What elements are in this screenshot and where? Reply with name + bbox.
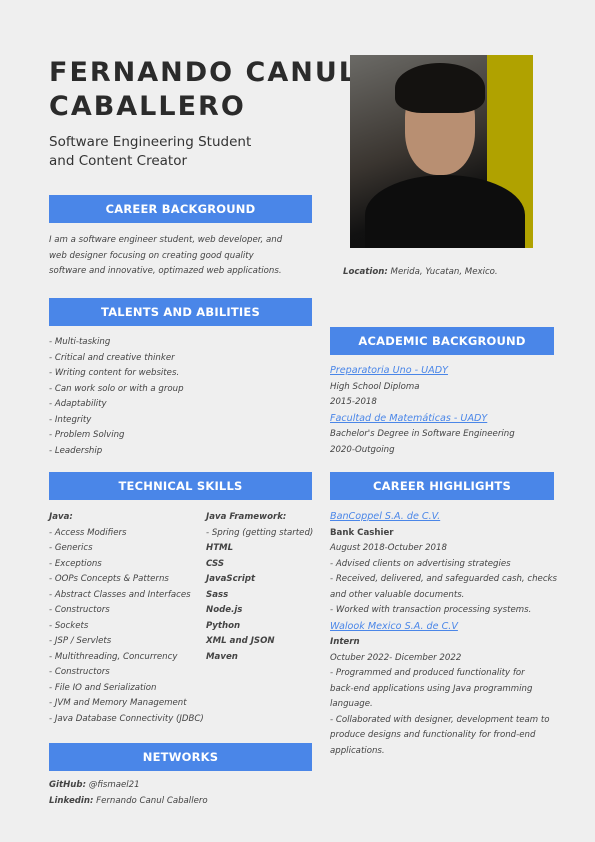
career-background-header: CAREER BACKGROUND <box>49 195 312 223</box>
technical-skills-header: TECHNICAL SKILLS <box>49 472 312 500</box>
github-link[interactable]: @fismael21 <box>86 780 140 790</box>
career-background-text: I am a software engineer student, web de… <box>49 235 283 276</box>
career-highlights-list: BanCoppel S.A. de C.V. Bank Cashier Augu… <box>330 511 558 756</box>
subtitle: Software Engineering Student and Content … <box>49 134 252 169</box>
list-item: - Writing content for websites. <box>49 368 180 378</box>
list-item: - Multi-tasking <box>49 337 111 347</box>
photo-shirt <box>365 175 525 248</box>
list-item: - Critical and creative thinker <box>49 352 175 363</box>
academic-header: ACADEMIC BACKGROUND <box>330 327 554 355</box>
other-skills: Java Framework: - Spring (getting starte… <box>206 512 314 662</box>
academic-list: Preparatoria Uno - UADY High School Dipl… <box>330 365 515 455</box>
name-heading: FERNANDO CANUL CABALLERO <box>49 57 358 122</box>
list-item: - Leadership <box>49 445 103 456</box>
list-item: - Problem Solving <box>49 430 125 440</box>
networks-header: NETWORKS <box>49 743 312 771</box>
list-item: - Integrity <box>49 414 92 425</box>
company-link[interactable]: Walook Mexico S.A. de C.V <box>330 621 458 632</box>
profile-photo <box>350 55 533 248</box>
networks-list: GitHub: @fismael21 Linkedin: Fernando Ca… <box>49 780 208 806</box>
school-link[interactable]: Preparatoria Uno - UADY <box>330 365 448 376</box>
talents-list: - Multi-tasking - Critical and creative … <box>49 335 312 459</box>
photo-hair <box>395 63 485 113</box>
location: Location: Merida, Yucatan, Mexico. <box>343 267 498 277</box>
list-item: - Adaptability <box>49 399 107 409</box>
school-link[interactable]: Facultad de Matemáticas - UADY <box>330 413 487 424</box>
java-skills: Java: - Access Modifiers - Generics - Ex… <box>49 512 204 724</box>
career-highlights-header: CAREER HIGHLIGHTS <box>330 472 554 500</box>
talents-header: TALENTS AND ABILITIES <box>49 298 312 326</box>
list-item: - Can work solo or with a group <box>49 383 184 394</box>
linkedin-link[interactable]: Fernando Canul Caballero <box>93 796 208 806</box>
company-link[interactable]: BanCoppel S.A. de C.V. <box>330 511 440 522</box>
